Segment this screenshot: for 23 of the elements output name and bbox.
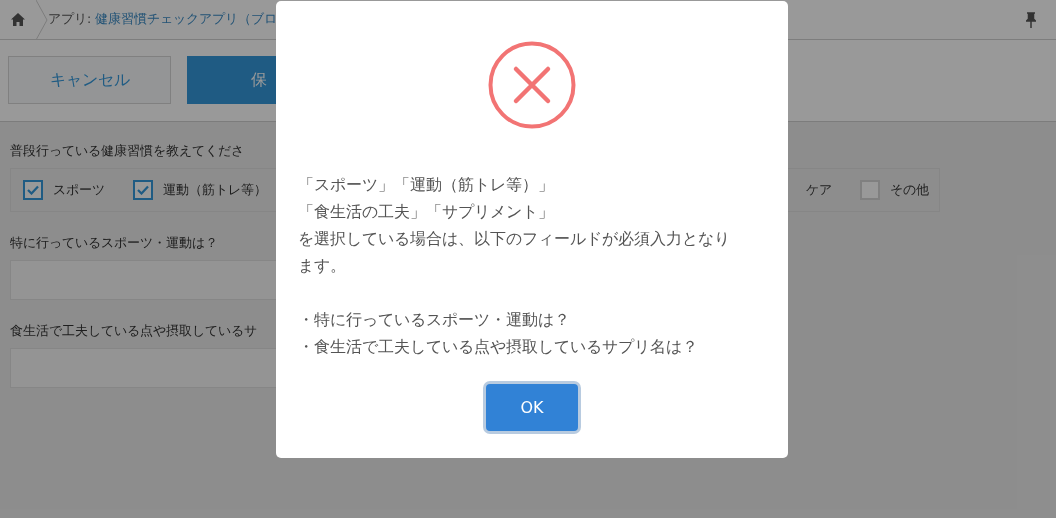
message-text: を選択している場合は、以下のフィールドが必須入力となります。 [298,228,730,277]
message-text: 「食生活の工夫」「サプリメント」 [298,201,555,223]
field-label: 特に行っているスポーツ・運動は？ [10,234,218,252]
field-label: 食生活で工夫している点や摂取しているサ [10,322,257,340]
checkbox-label: ケア [806,181,832,200]
message-text: ・特に行っているスポーツ・運動は？ [298,309,571,331]
checkmark-icon [27,185,39,195]
checkbox-label: スポーツ [53,181,105,200]
checkbox[interactable] [133,180,153,200]
checkbox[interactable] [23,180,43,200]
error-icon [488,41,576,129]
cancel-button[interactable]: キャンセル [8,56,171,104]
home-icon [11,13,25,26]
ok-button[interactable]: OK [486,384,578,431]
app-link[interactable]: 健康習慣チェックアプリ（ブロ [95,10,278,29]
checkbox-label: その他 [890,181,929,200]
message-text: 「スポーツ」「運動（筋トレ等）」 [298,174,555,196]
checkmark-icon [137,185,149,195]
pin-icon[interactable] [1026,12,1036,28]
field-label: 普段行っている健康習慣を教えてくださ [10,142,244,160]
message-text: ・食生活で工夫している点や摂取しているサプリ名は？ [298,336,699,358]
checkbox-label: 運動（筋トレ等） [163,181,267,200]
breadcrumb-label: アプリ: [48,10,92,29]
